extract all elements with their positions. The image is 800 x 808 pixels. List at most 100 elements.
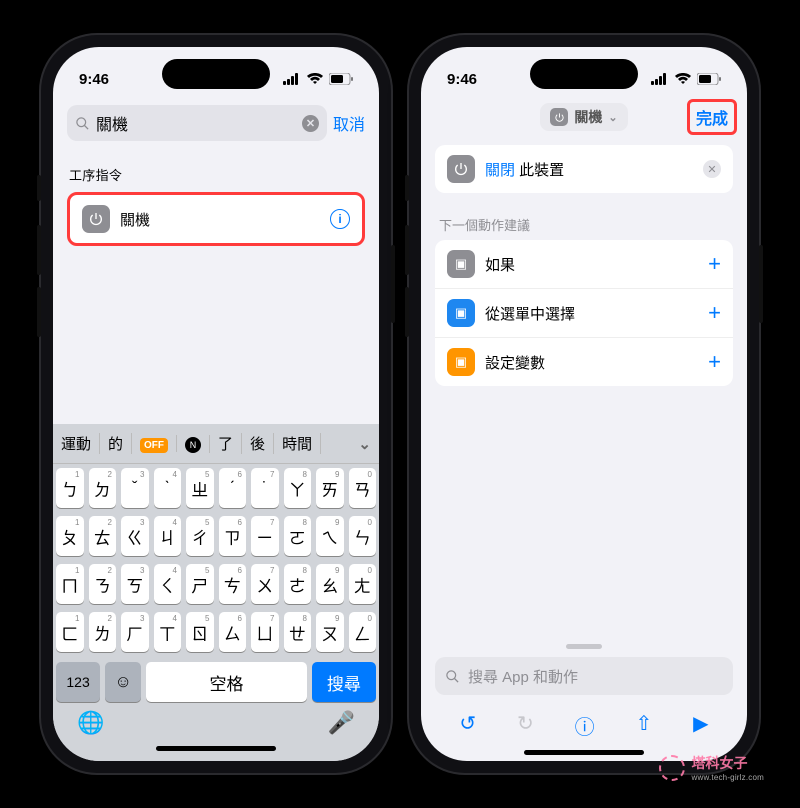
search-icon: [75, 116, 90, 131]
action-card[interactable]: 關閉 此裝置 ✕: [435, 145, 733, 193]
search-input[interactable]: 關機 ✕: [67, 105, 327, 141]
watermark-logo: [659, 755, 685, 781]
suggestion[interactable]: N: [177, 435, 210, 453]
key[interactable]: ˋ4: [154, 468, 182, 508]
keyboard: 運動 的 OFF N 了 後 時間 ⌄ ㄅ1ㄉ2ˇ3ˋ4ㄓ5ˊ6˙7ㄚ8ㄞ9ㄢ0…: [53, 424, 379, 761]
remove-action-button[interactable]: ✕: [703, 160, 721, 178]
action-search-input[interactable]: 搜尋 App 和動作: [435, 657, 733, 695]
volume-down-button[interactable]: [405, 287, 409, 337]
key[interactable]: ㄡ9: [316, 612, 344, 652]
add-action-button[interactable]: +: [708, 300, 721, 326]
suggestion-list: ▣ 如果 +▣ 從選單中選擇 +▣ 設定變數 +: [435, 240, 733, 386]
volume-down-button[interactable]: [37, 287, 41, 337]
key[interactable]: ㄣ0: [349, 516, 377, 556]
key[interactable]: ㄤ0: [349, 564, 377, 604]
key[interactable]: ㄖ5: [186, 612, 214, 652]
key-123[interactable]: 123: [56, 662, 100, 702]
home-indicator[interactable]: [156, 746, 276, 751]
key[interactable]: ㄠ9: [316, 564, 344, 604]
key[interactable]: ㄑ4: [154, 564, 182, 604]
key-space[interactable]: 空格: [146, 662, 307, 702]
key[interactable]: ㄧ7: [251, 516, 279, 556]
key[interactable]: ㄘ6: [219, 564, 247, 604]
key[interactable]: ㄆ1: [56, 516, 84, 556]
key[interactable]: ㄝ8: [284, 612, 312, 652]
suggestion[interactable]: 的: [100, 433, 132, 454]
chevron-down-icon: ⌄: [608, 111, 617, 124]
key[interactable]: ㄜ8: [284, 564, 312, 604]
undo-button[interactable]: ↺: [459, 711, 476, 740]
suggestion-row[interactable]: ▣ 如果 +: [435, 240, 733, 288]
key[interactable]: ㄩ7: [251, 612, 279, 652]
key[interactable]: ㄗ6: [219, 516, 247, 556]
mute-switch[interactable]: [37, 175, 41, 201]
key[interactable]: ˇ3: [121, 468, 149, 508]
key[interactable]: ㄨ7: [251, 564, 279, 604]
key[interactable]: ㄕ5: [186, 564, 214, 604]
volume-up-button[interactable]: [405, 225, 409, 275]
key[interactable]: ㄞ9: [316, 468, 344, 508]
wifi-icon: [675, 73, 691, 85]
shortcut-title: 關機: [574, 107, 602, 127]
add-action-button[interactable]: +: [708, 349, 721, 375]
suggestion[interactable]: 了: [210, 433, 242, 454]
key[interactable]: ˊ6: [219, 468, 247, 508]
drawer-grabber[interactable]: [566, 644, 602, 649]
wifi-icon: [307, 73, 323, 85]
shortcut-title-button[interactable]: 關機 ⌄: [540, 103, 627, 131]
suggestion-bar: 運動 的 OFF N 了 後 時間 ⌄: [53, 424, 379, 464]
result-label: 關機: [120, 209, 320, 230]
status-time: 9:46: [79, 71, 109, 88]
key[interactable]: ㄥ0: [349, 612, 377, 652]
suggestion[interactable]: 後: [242, 433, 274, 454]
share-button[interactable]: ⇧: [636, 711, 653, 740]
add-action-button[interactable]: +: [708, 251, 721, 277]
power-button[interactable]: [391, 245, 395, 323]
key[interactable]: ㄇ1: [56, 564, 84, 604]
key[interactable]: ㄈ1: [56, 612, 84, 652]
info-button[interactable]: i: [330, 209, 350, 229]
key[interactable]: ㄓ5: [186, 468, 214, 508]
suggestion-row[interactable]: ▣ 從選單中選擇 +: [435, 288, 733, 337]
key[interactable]: ㄏ3: [121, 612, 149, 652]
key-emoji[interactable]: ☺: [105, 662, 141, 702]
key[interactable]: ㄛ8: [284, 516, 312, 556]
volume-up-button[interactable]: [37, 225, 41, 275]
suggestion[interactable]: 運動: [53, 433, 100, 454]
key[interactable]: ㄙ6: [219, 612, 247, 652]
cancel-button[interactable]: 取消: [333, 111, 365, 135]
result-shutdown[interactable]: 關機 i: [67, 192, 365, 246]
expand-suggestions[interactable]: ⌄: [321, 435, 379, 453]
mic-icon[interactable]: 🎤: [328, 710, 355, 736]
clear-search-button[interactable]: ✕: [302, 115, 319, 132]
power-button[interactable]: [759, 245, 763, 323]
suggestion[interactable]: 時間: [274, 433, 321, 454]
phone-left: 9:46 關機 ✕ 取消 工序指令 關機 i: [41, 35, 391, 773]
info-button[interactable]: ⓘ: [575, 711, 595, 740]
key[interactable]: ˙7: [251, 468, 279, 508]
key[interactable]: ㄐ4: [154, 516, 182, 556]
run-button[interactable]: ▶: [693, 711, 708, 740]
suggestion[interactable]: OFF: [132, 435, 177, 452]
key[interactable]: ㄔ5: [186, 516, 214, 556]
key[interactable]: ㄎ3: [121, 564, 149, 604]
key[interactable]: ㄚ8: [284, 468, 312, 508]
key[interactable]: ㄟ9: [316, 516, 344, 556]
key[interactable]: ㄢ0: [349, 468, 377, 508]
mute-switch[interactable]: [405, 175, 409, 201]
key-search[interactable]: 搜尋: [312, 662, 376, 702]
key[interactable]: ㄉ2: [89, 468, 117, 508]
signal-icon: [283, 73, 301, 85]
key[interactable]: ㄊ2: [89, 516, 117, 556]
key[interactable]: ㄌ2: [89, 612, 117, 652]
toolbar: ↺ ↻ ⓘ ⇧ ▶: [421, 705, 747, 744]
key-rows: ㄅ1ㄉ2ˇ3ˋ4ㄓ5ˊ6˙7ㄚ8ㄞ9ㄢ0 ㄆ1ㄊ2ㄍ3ㄐ4ㄔ5ㄗ6ㄧ7ㄛ8ㄟ9ㄣ…: [53, 464, 379, 662]
suggestion-row[interactable]: ▣ 設定變數 +: [435, 337, 733, 386]
done-button[interactable]: 完成: [687, 99, 737, 135]
globe-icon[interactable]: 🌐: [77, 710, 104, 736]
key[interactable]: ㄋ2: [89, 564, 117, 604]
key[interactable]: ㄒ4: [154, 612, 182, 652]
key[interactable]: ㄅ1: [56, 468, 84, 508]
key[interactable]: ㄍ3: [121, 516, 149, 556]
home-indicator[interactable]: [524, 750, 644, 755]
